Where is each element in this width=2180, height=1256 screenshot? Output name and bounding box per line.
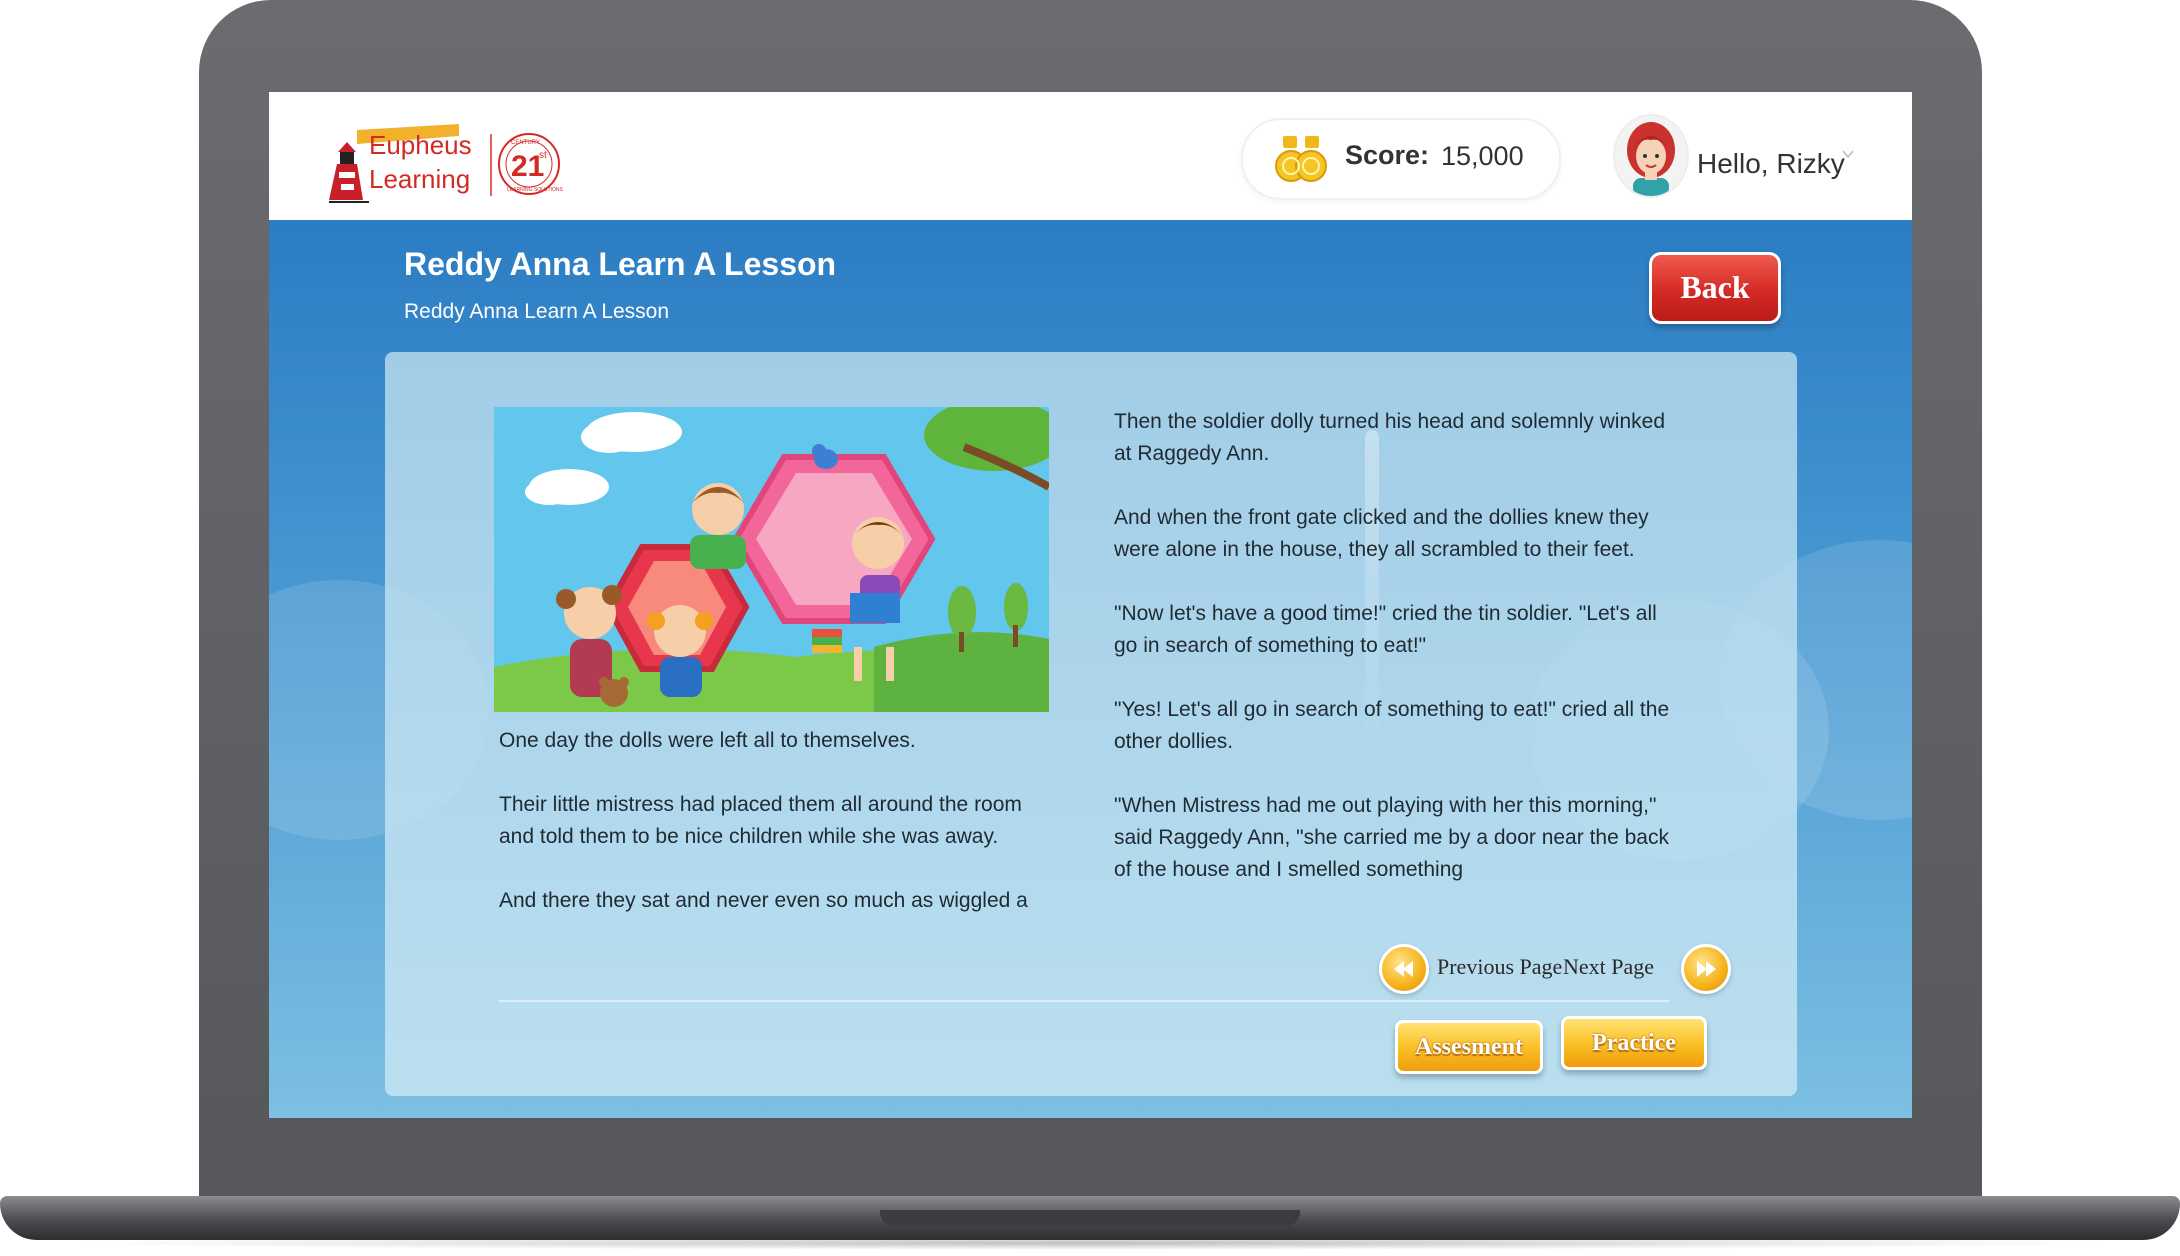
- children-playing-illustration: [494, 407, 1049, 712]
- user-greeting[interactable]: Hello, Rizky: [1697, 148, 1845, 180]
- user-avatar[interactable]: [1613, 114, 1689, 198]
- lesson-title: Reddy Anna Learn A Lesson: [404, 246, 837, 282]
- right-paragraph: Then the soldier dolly turned his head a…: [1114, 410, 1665, 465]
- left-paragraph: Their little mistress had placed them al…: [499, 793, 1022, 848]
- top-bar: Eupheus Learning 21 st CENTURY LEARNING …: [269, 92, 1912, 220]
- logo-text-line1: Eupheus: [369, 130, 472, 160]
- right-page-text: Then the soldier dolly turned his head a…: [1114, 406, 1679, 922]
- right-paragraph: "Yes! Let's all go in search of somethin…: [1114, 698, 1670, 753]
- left-page-text: One day the dolls were left all to thems…: [499, 725, 1059, 921]
- logo-text-line2: Learning: [369, 164, 470, 194]
- fast-forward-icon: [1697, 961, 1716, 977]
- badge-ring-bottom: LEARNING SOLUTIONS: [507, 187, 564, 193]
- score-value: 15,000: [1441, 141, 1524, 171]
- assessment-button[interactable]: Assesment: [1395, 1020, 1543, 1074]
- screen: Eupheus Learning 21 st CENTURY LEARNING …: [269, 92, 1912, 1118]
- rewind-icon: [1394, 961, 1413, 977]
- left-paragraph: One day the dolls were left all to thems…: [499, 729, 916, 752]
- footer-divider: [499, 1000, 1669, 1002]
- back-button[interactable]: Back: [1649, 252, 1781, 324]
- eupheus-learning-logo[interactable]: Eupheus Learning 21 st CENTURY LEARNING …: [329, 122, 569, 204]
- badge-superscript: st: [539, 150, 547, 161]
- right-paragraph: And when the front gate clicked and the …: [1114, 506, 1649, 561]
- previous-page-button[interactable]: [1379, 944, 1429, 994]
- coins-icon: [1275, 136, 1327, 182]
- page-navigation: Previous Page Next Page: [1379, 944, 1739, 996]
- score-display: Score: 15,000: [1241, 118, 1561, 200]
- badge-ring-top: CENTURY: [511, 140, 540, 146]
- next-page-label[interactable]: Next Page: [1563, 954, 1654, 980]
- laptop-notch: [880, 1210, 1300, 1226]
- left-paragraph: And there they sat and never even so muc…: [499, 889, 1028, 912]
- lesson-subtitle: Reddy Anna Learn A Lesson: [404, 300, 670, 323]
- previous-page-label[interactable]: Previous Page: [1437, 954, 1562, 980]
- next-page-button[interactable]: [1681, 944, 1731, 994]
- girl-avatar-icon: [1627, 122, 1675, 196]
- chevron-down-icon[interactable]: [1842, 148, 1854, 160]
- score-label: Score:: [1345, 140, 1430, 170]
- right-paragraph: "When Mistress had me out playing with h…: [1114, 794, 1669, 881]
- practice-button[interactable]: Practice: [1561, 1016, 1707, 1070]
- right-paragraph: "Now let's have a good time!" cried the …: [1114, 602, 1657, 657]
